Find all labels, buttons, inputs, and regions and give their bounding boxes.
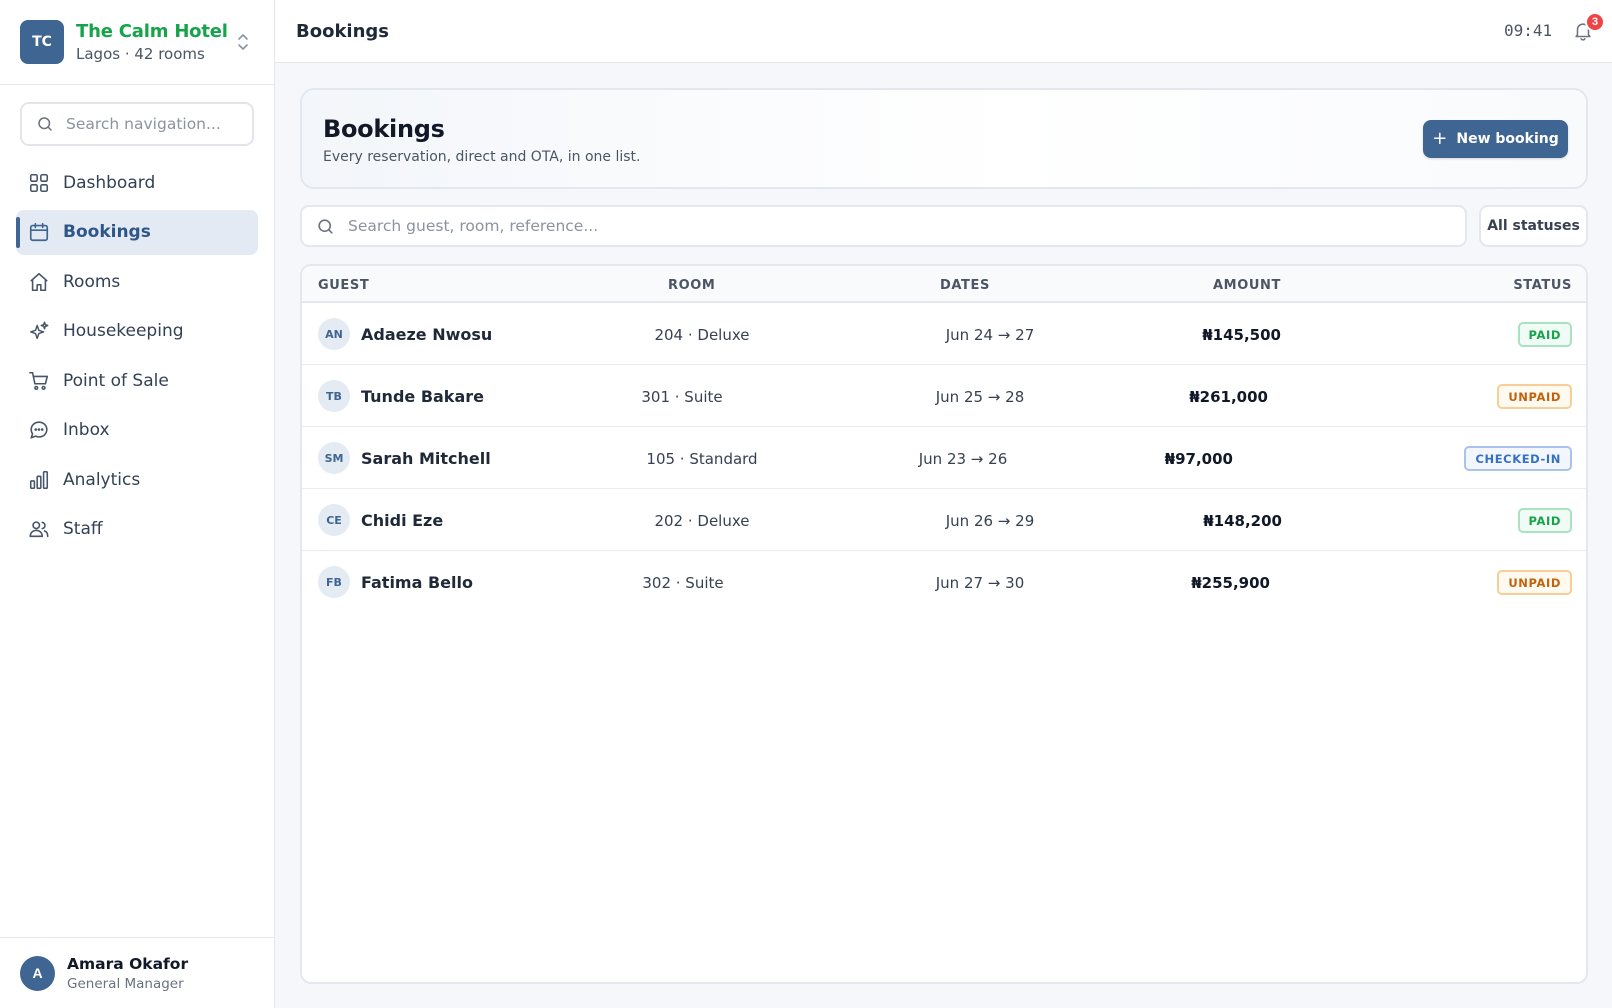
- chat-icon: [30, 421, 48, 439]
- dates-cell: Jun 27 → 30: [935, 574, 1025, 592]
- room-cell: 302 · Suite: [642, 574, 724, 592]
- sidebar-item-housekeeping[interactable]: Housekeeping: [16, 309, 258, 354]
- nav-search[interactable]: [20, 102, 254, 146]
- new-booking-label: New booking: [1456, 131, 1559, 147]
- amount-cell: ₦261,000: [1189, 388, 1268, 406]
- guest-avatar: SM: [318, 442, 350, 474]
- home-icon: [30, 272, 48, 291]
- column-header-dates[interactable]: DATES: [940, 278, 990, 293]
- nav-search-input[interactable]: [66, 115, 246, 133]
- status-badge: PAID: [1517, 322, 1572, 347]
- sparkles-icon: [30, 321, 49, 340]
- room-cell: 202 · Deluxe: [654, 512, 750, 530]
- grid-icon: [29, 173, 49, 192]
- amount-cell: ₦97,000: [1164, 450, 1233, 468]
- booking-search[interactable]: [300, 205, 1467, 247]
- status-badge: UNPAID: [1497, 570, 1572, 595]
- page-title: Bookings: [296, 21, 390, 42]
- avatar: A: [20, 955, 55, 991]
- sidebar-nav: Dashboard Bookings Rooms Housekeeping Po…: [16, 160, 258, 556]
- hotel-switcher[interactable]: TC The Calm Hotel Lagos · 42 rooms: [0, 0, 274, 85]
- sidebar-item-label: Dashboard: [63, 172, 156, 193]
- sidebar-item-staff[interactable]: Staff: [16, 507, 258, 552]
- sidebar-item-bookings[interactable]: Bookings: [16, 209, 258, 255]
- table-header: GUEST ROOM DATES AMOUNT STATUS: [302, 266, 1586, 303]
- sidebar-item-label: Rooms: [63, 271, 121, 292]
- users-icon: [29, 521, 49, 538]
- column-header-room[interactable]: ROOM: [668, 278, 715, 293]
- guest-avatar: CE: [318, 504, 350, 536]
- room-cell: 105 · Standard: [646, 450, 758, 468]
- guest-name: Adaeze Nwosu: [361, 325, 493, 344]
- status-filter-select[interactable]: All statuses: [1479, 205, 1588, 247]
- table-row[interactable]: FB Fatima Bello 302 · Suite Jun 27 → 30 …: [302, 551, 1586, 613]
- chevron-up-down-icon[interactable]: [236, 32, 250, 52]
- dates-cell: Jun 24 → 27: [945, 326, 1035, 344]
- guest-name: Fatima Bello: [361, 573, 473, 592]
- clock: 09:41: [1504, 21, 1553, 40]
- bar-chart-icon: [29, 470, 49, 489]
- sidebar-item-label: Inbox: [63, 420, 110, 440]
- guest-name: Sarah Mitchell: [361, 449, 491, 468]
- sidebar-item-rooms[interactable]: Rooms: [16, 259, 258, 304]
- user-role: General Manager: [67, 975, 184, 992]
- amount-cell: ₦255,900: [1191, 574, 1270, 592]
- search-icon: [38, 117, 52, 131]
- notifications-button[interactable]: 3: [1569, 12, 1605, 48]
- dates-cell: Jun 25 → 28: [935, 388, 1025, 406]
- section-subtitle: Every reservation, direct and OTA, in on…: [323, 149, 641, 165]
- hotel-avatar: TC: [20, 20, 64, 64]
- guest-avatar: FB: [318, 566, 350, 598]
- guest-name: Tunde Bakare: [361, 387, 484, 406]
- room-cell: 301 · Suite: [641, 388, 723, 406]
- topbar: Bookings 09:41 3: [275, 0, 1612, 63]
- room-cell: 204 · Deluxe: [654, 326, 750, 344]
- status-badge: PAID: [1517, 508, 1572, 533]
- table-row[interactable]: AN Adaeze Nwosu 204 · Deluxe Jun 24 → 27…: [302, 303, 1586, 365]
- amount-cell: ₦145,500: [1202, 326, 1281, 344]
- notification-count-badge: 3: [1585, 12, 1605, 32]
- calendar-icon: [29, 222, 49, 242]
- sidebar: TC The Calm Hotel Lagos · 42 rooms Dashb…: [0, 0, 275, 1008]
- sidebar-item-analytics[interactable]: Analytics: [16, 457, 258, 502]
- column-header-amount[interactable]: AMOUNT: [1213, 278, 1281, 293]
- guest-name: Chidi Eze: [361, 511, 444, 530]
- user-name: Amara Okafor: [67, 954, 189, 973]
- sidebar-item-label: Housekeeping: [63, 321, 184, 341]
- amount-cell: ₦148,200: [1203, 512, 1282, 530]
- table-row[interactable]: SM Sarah Mitchell 105 · Standard Jun 23 …: [302, 427, 1586, 489]
- table-row[interactable]: TB Tunde Bakare 301 · Suite Jun 25 → 28 …: [302, 365, 1586, 427]
- guest-avatar: TB: [318, 380, 350, 412]
- new-booking-button[interactable]: + New booking: [1423, 120, 1568, 158]
- sidebar-item-label: Bookings: [63, 222, 151, 242]
- cart-icon: [29, 371, 49, 390]
- sidebar-item-label: Staff: [63, 519, 103, 539]
- column-header-guest[interactable]: GUEST: [318, 278, 369, 293]
- booking-search-input[interactable]: [348, 217, 1348, 235]
- hotel-meta: Lagos · 42 rooms: [76, 45, 205, 63]
- dates-cell: Jun 26 → 29: [945, 512, 1035, 530]
- guest-avatar: AN: [318, 318, 350, 350]
- sidebar-item-inbox[interactable]: Inbox: [16, 408, 258, 453]
- sidebar-item-point-of-sale[interactable]: Point of Sale: [16, 358, 258, 403]
- hotel-name: The Calm Hotel: [76, 21, 228, 42]
- search-icon: [318, 218, 333, 234]
- user-profile[interactable]: A Amara Okafor General Manager: [0, 937, 274, 1008]
- sidebar-item-label: Point of Sale: [63, 370, 169, 391]
- table-row[interactable]: CE Chidi Eze 202 · Deluxe Jun 26 → 29 ₦1…: [302, 489, 1586, 551]
- bookings-table: GUEST ROOM DATES AMOUNT STATUS AN Adaeze…: [300, 264, 1588, 984]
- dates-cell: Jun 23 → 26: [918, 450, 1008, 468]
- sidebar-item-dashboard[interactable]: Dashboard: [16, 160, 258, 205]
- page-header-card: Bookings Every reservation, direct and O…: [300, 88, 1588, 189]
- plus-icon: +: [1432, 128, 1448, 149]
- section-title: Bookings: [323, 115, 445, 143]
- column-header-status[interactable]: STATUS: [1513, 278, 1572, 293]
- sidebar-item-label: Analytics: [63, 469, 141, 490]
- status-badge: UNPAID: [1497, 384, 1572, 409]
- status-badge: CHECKED-IN: [1464, 446, 1572, 471]
